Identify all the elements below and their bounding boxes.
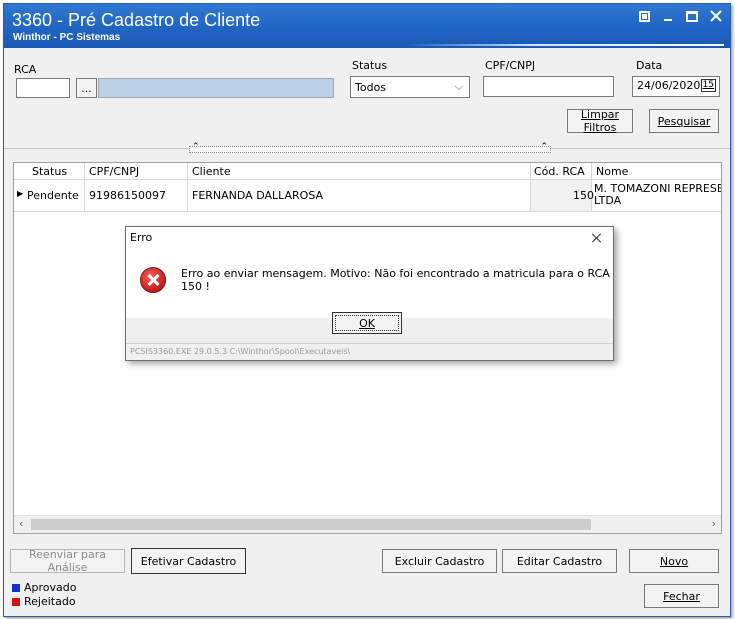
dialog-close-icon[interactable]: [591, 232, 603, 244]
grid-header: Status CPF/CNPJ Cliente Cód. RCA Nome: [14, 163, 721, 180]
title-accent-line: [404, 44, 724, 46]
search-button[interactable]: Pesquisar: [649, 109, 719, 133]
col-cod-rca[interactable]: Cód. RCA: [534, 165, 585, 178]
row-nome-cont: LTDA: [594, 194, 622, 207]
maximize-icon[interactable]: [686, 10, 698, 22]
cpf-label: CPF/CNPJ: [485, 59, 536, 72]
col-status[interactable]: Status: [32, 165, 67, 178]
splitter-handle[interactable]: ⌃ ⌃: [189, 142, 551, 153]
rca-input[interactable]: [16, 78, 70, 98]
row-cliente: FERNANDA DALLAROSA: [192, 189, 324, 202]
scroll-right-icon[interactable]: ›: [712, 517, 716, 530]
minimize-icon[interactable]: [662, 10, 674, 22]
ok-button[interactable]: OK: [332, 312, 402, 334]
window-subtitle: Winthor - PC Sistemas: [13, 32, 121, 43]
edit-register-button[interactable]: Editar Cadastro: [502, 549, 617, 573]
clear-filters-label: Limpar Filtros: [580, 108, 620, 134]
col-cliente[interactable]: Cliente: [192, 165, 231, 178]
row-status: Pendente: [27, 189, 79, 202]
error-dialog-title: Erro: [130, 231, 153, 244]
scroll-thumb[interactable]: [31, 519, 591, 530]
row-pointer-icon: ▶: [17, 189, 24, 198]
row-cpf: 91986150097: [89, 189, 166, 202]
chevron-down-icon: ⌵: [454, 80, 463, 93]
legend-approved-label: Aprovado: [24, 581, 77, 594]
collapse-up-icon[interactable]: ⌃: [192, 142, 200, 152]
close-button[interactable]: Fechar: [644, 584, 719, 608]
edit-label: Editar Cadastro: [516, 554, 603, 568]
window-controls: [639, 10, 722, 22]
date-picker[interactable]: 24/06/2020 15: [632, 76, 720, 97]
status-select[interactable]: Todos ⌵: [350, 76, 470, 98]
new-label: Novo: [659, 554, 689, 568]
cpf-input[interactable]: [483, 76, 614, 97]
close-button-label: Fechar: [663, 589, 700, 603]
confirm-register-button[interactable]: Efetivar Cadastro: [131, 548, 246, 574]
table-row[interactable]: ▶ Pendente 91986150097 FERNANDA DALLAROS…: [14, 180, 721, 212]
col-nome[interactable]: Nome: [596, 165, 628, 178]
title-bar: 3360 - Pré Cadastro de Cliente Winthor -…: [4, 4, 730, 48]
legend-rejected-swatch: [12, 598, 20, 606]
search-button-label: Pesquisar: [657, 114, 711, 128]
restore-icon[interactable]: [639, 10, 650, 22]
error-dialog-body: Erro ao enviar mensagem. Motivo: Não foi…: [126, 249, 613, 334]
resend-analysis-button[interactable]: Reenviar para Análise: [10, 548, 125, 574]
date-value: 24/06/2020: [637, 79, 701, 92]
status-select-value: Todos: [355, 81, 387, 94]
row-rca: 150: [573, 189, 594, 202]
main-window: 3360 - Pré Cadastro de Cliente Winthor -…: [3, 3, 731, 617]
legend-rejected-label: Rejeitado: [24, 595, 76, 608]
dialog-footer-sep: [126, 343, 613, 344]
delete-register-button[interactable]: Excluir Cadastro: [382, 549, 497, 573]
rca-lookup-button[interactable]: ...: [76, 78, 97, 98]
legend-approved-swatch: [12, 584, 20, 592]
clear-filters-button[interactable]: Limpar Filtros: [567, 108, 633, 134]
collapse-up-icon-right[interactable]: ⌃: [540, 142, 548, 152]
rca-label: RCA: [14, 63, 37, 76]
date-label: Data: [636, 59, 663, 72]
ok-label: OK: [359, 316, 375, 330]
scroll-left-icon[interactable]: ‹: [19, 517, 23, 530]
status-label: Status: [352, 59, 388, 72]
new-button[interactable]: Novo: [629, 549, 719, 573]
error-dialog-titlebar: Erro: [126, 227, 613, 250]
delete-label: Excluir Cadastro: [394, 554, 485, 568]
resend-label: Reenviar para Análise: [29, 548, 106, 574]
calendar-icon[interactable]: 15: [700, 79, 716, 92]
confirm-label: Efetivar Cadastro: [140, 554, 237, 568]
horizontal-scrollbar[interactable]: ‹ ›: [14, 515, 721, 533]
error-message: Erro ao enviar mensagem. Motivo: Não foi…: [181, 267, 610, 293]
error-icon: [140, 267, 166, 293]
window-title: 3360 - Pré Cadastro de Cliente: [12, 10, 261, 30]
col-cpf[interactable]: CPF/CNPJ: [89, 165, 139, 178]
close-icon[interactable]: [710, 10, 722, 22]
error-dialog: Erro Erro ao enviar mensagem. Motivo: Nã…: [125, 226, 614, 361]
rca-name-field: [98, 78, 334, 98]
dialog-footer-path: PCSIS3360.EXE 29.0.5.3 C:\Winthor\Spool\…: [130, 347, 351, 356]
